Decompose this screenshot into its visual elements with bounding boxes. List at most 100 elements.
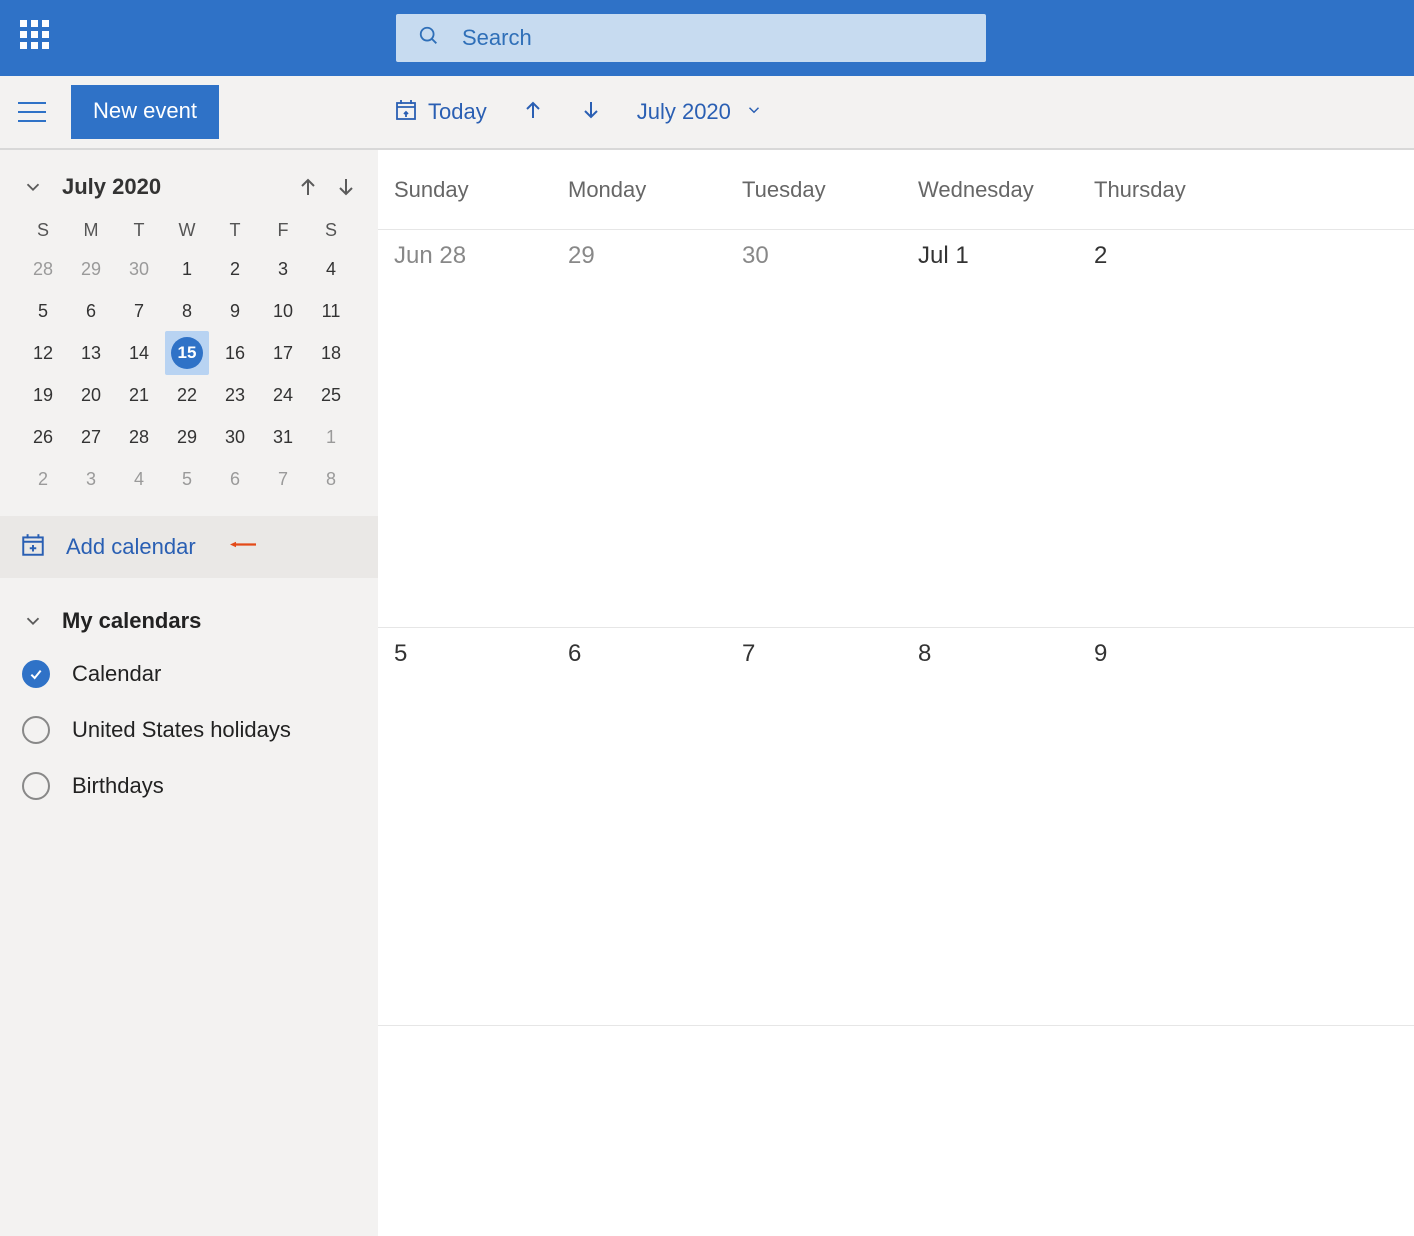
mini-day-cell[interactable]: 4 bbox=[115, 458, 163, 500]
mini-weekday-label: W bbox=[163, 212, 211, 248]
mini-day-cell[interactable]: 9 bbox=[211, 290, 259, 332]
mini-day-cell[interactable]: 1 bbox=[163, 248, 211, 290]
next-period-button[interactable] bbox=[579, 98, 603, 127]
mini-day-cell[interactable]: 8 bbox=[307, 458, 355, 500]
mini-weekday-label: M bbox=[67, 212, 115, 248]
mini-day-cell[interactable]: 15 bbox=[163, 332, 211, 374]
mini-prev-month[interactable] bbox=[296, 175, 320, 199]
mini-day-cell[interactable]: 26 bbox=[19, 416, 67, 458]
chevron-down-icon bbox=[22, 610, 44, 632]
day-cell[interactable]: 9 bbox=[1078, 628, 1414, 1025]
toolbar: New event Today July 2020 bbox=[0, 76, 1414, 150]
mini-day-cell[interactable]: 22 bbox=[163, 374, 211, 416]
search-icon bbox=[418, 25, 440, 52]
mini-day-cell[interactable]: 28 bbox=[19, 248, 67, 290]
calendar-toggle-icon[interactable] bbox=[22, 772, 50, 800]
mini-day-cell[interactable]: 27 bbox=[67, 416, 115, 458]
mini-day-cell[interactable]: 29 bbox=[67, 248, 115, 290]
mini-day-cell[interactable]: 20 bbox=[67, 374, 115, 416]
mini-day-cell[interactable]: 5 bbox=[163, 458, 211, 500]
day-cell[interactable]: 2 bbox=[1078, 230, 1414, 627]
mini-day-cell[interactable]: 25 bbox=[307, 374, 355, 416]
search-input[interactable] bbox=[462, 25, 964, 51]
my-calendars-label: My calendars bbox=[62, 608, 201, 634]
day-cell[interactable]: 6 bbox=[552, 628, 726, 1025]
mini-day-cell[interactable]: 7 bbox=[115, 290, 163, 332]
mini-day-cell[interactable]: 19 bbox=[19, 374, 67, 416]
mini-day-cell[interactable]: 6 bbox=[211, 458, 259, 500]
day-cell[interactable]: Jul 1 bbox=[902, 230, 1078, 627]
mini-day-cell[interactable]: 24 bbox=[259, 374, 307, 416]
mini-day-cell[interactable]: 5 bbox=[19, 290, 67, 332]
calendar-toggle-icon[interactable] bbox=[22, 716, 50, 744]
mini-next-month[interactable] bbox=[334, 175, 358, 199]
calendar-toggle-icon[interactable] bbox=[22, 660, 50, 688]
mini-day-cell[interactable]: 13 bbox=[67, 332, 115, 374]
weekday-header: Wednesday bbox=[902, 150, 1078, 229]
mini-day-cell[interactable]: 1 bbox=[307, 416, 355, 458]
add-calendar-button[interactable]: Add calendar bbox=[0, 516, 378, 578]
mini-day-cell[interactable]: 23 bbox=[211, 374, 259, 416]
mini-day-cell[interactable]: 3 bbox=[259, 248, 307, 290]
mini-day-cell[interactable]: 29 bbox=[163, 416, 211, 458]
mini-day-cell[interactable]: 31 bbox=[259, 416, 307, 458]
mini-day-cell[interactable]: 8 bbox=[163, 290, 211, 332]
mini-weekday-label: S bbox=[19, 212, 67, 248]
my-calendars-header[interactable]: My calendars bbox=[0, 578, 378, 646]
day-cell[interactable]: Jun 28 bbox=[378, 230, 552, 627]
mini-day-cell[interactable]: 18 bbox=[307, 332, 355, 374]
mini-weekday-label: F bbox=[259, 212, 307, 248]
calendar-today-icon bbox=[394, 98, 418, 127]
weekday-header: Monday bbox=[552, 150, 726, 229]
calendar-list-item[interactable]: United States holidays bbox=[0, 702, 378, 758]
mini-day-cell[interactable]: 30 bbox=[115, 248, 163, 290]
mini-day-cell[interactable]: 12 bbox=[19, 332, 67, 374]
mini-day-cell[interactable]: 7 bbox=[259, 458, 307, 500]
mini-day-cell[interactable]: 11 bbox=[307, 290, 355, 332]
calendar-item-label: Birthdays bbox=[72, 773, 164, 799]
mini-day-cell[interactable]: 21 bbox=[115, 374, 163, 416]
mini-calendar: SMTWTFS282930123456789101112131415161718… bbox=[19, 212, 359, 500]
day-cell[interactable]: 29 bbox=[552, 230, 726, 627]
mini-day-cell[interactable]: 16 bbox=[211, 332, 259, 374]
calendar-item-label: United States holidays bbox=[72, 717, 291, 743]
mini-day-cell[interactable]: 6 bbox=[67, 290, 115, 332]
mini-weekday-label: T bbox=[115, 212, 163, 248]
calendar-list-item[interactable]: Birthdays bbox=[0, 758, 378, 814]
mini-month-label: July 2020 bbox=[62, 174, 282, 200]
mini-day-cell[interactable]: 3 bbox=[67, 458, 115, 500]
weekday-header: Thursday bbox=[1078, 150, 1414, 229]
mini-day-cell[interactable]: 4 bbox=[307, 248, 355, 290]
search-box[interactable] bbox=[396, 14, 986, 62]
day-cell[interactable]: 5 bbox=[378, 628, 552, 1025]
mini-day-cell[interactable]: 2 bbox=[19, 458, 67, 500]
today-button[interactable]: Today bbox=[394, 98, 487, 127]
day-cell[interactable]: 8 bbox=[902, 628, 1078, 1025]
arrow-up-icon bbox=[521, 98, 545, 127]
arrow-down-icon bbox=[579, 98, 603, 127]
mini-day-cell[interactable]: 30 bbox=[211, 416, 259, 458]
day-cell[interactable]: 30 bbox=[726, 230, 902, 627]
chevron-down-icon[interactable] bbox=[22, 176, 44, 198]
add-calendar-label: Add calendar bbox=[66, 534, 196, 560]
mini-month-nav: July 2020 bbox=[0, 150, 378, 212]
month-picker[interactable]: July 2020 bbox=[637, 99, 763, 125]
calendar-list-item[interactable]: Calendar bbox=[0, 646, 378, 702]
topbar bbox=[0, 0, 1414, 76]
menu-icon[interactable] bbox=[18, 102, 46, 122]
sidebar: July 2020 SMTWTFS28293012345678910111213… bbox=[0, 150, 378, 1236]
app-launcher-icon[interactable] bbox=[20, 20, 56, 56]
mini-weekday-label: S bbox=[307, 212, 355, 248]
new-event-button[interactable]: New event bbox=[71, 85, 219, 139]
mini-day-cell[interactable]: 14 bbox=[115, 332, 163, 374]
calendar-grid: SundayMondayTuesdayWednesdayThursday Jun… bbox=[378, 150, 1414, 1236]
mini-weekday-label: T bbox=[211, 212, 259, 248]
mini-day-cell[interactable]: 17 bbox=[259, 332, 307, 374]
mini-day-cell[interactable]: 28 bbox=[115, 416, 163, 458]
mini-day-cell[interactable]: 10 bbox=[259, 290, 307, 332]
prev-period-button[interactable] bbox=[521, 98, 545, 127]
calendar-item-label: Calendar bbox=[72, 661, 161, 687]
day-cell[interactable]: 7 bbox=[726, 628, 902, 1025]
mini-day-cell[interactable]: 2 bbox=[211, 248, 259, 290]
chevron-down-icon bbox=[745, 101, 763, 124]
